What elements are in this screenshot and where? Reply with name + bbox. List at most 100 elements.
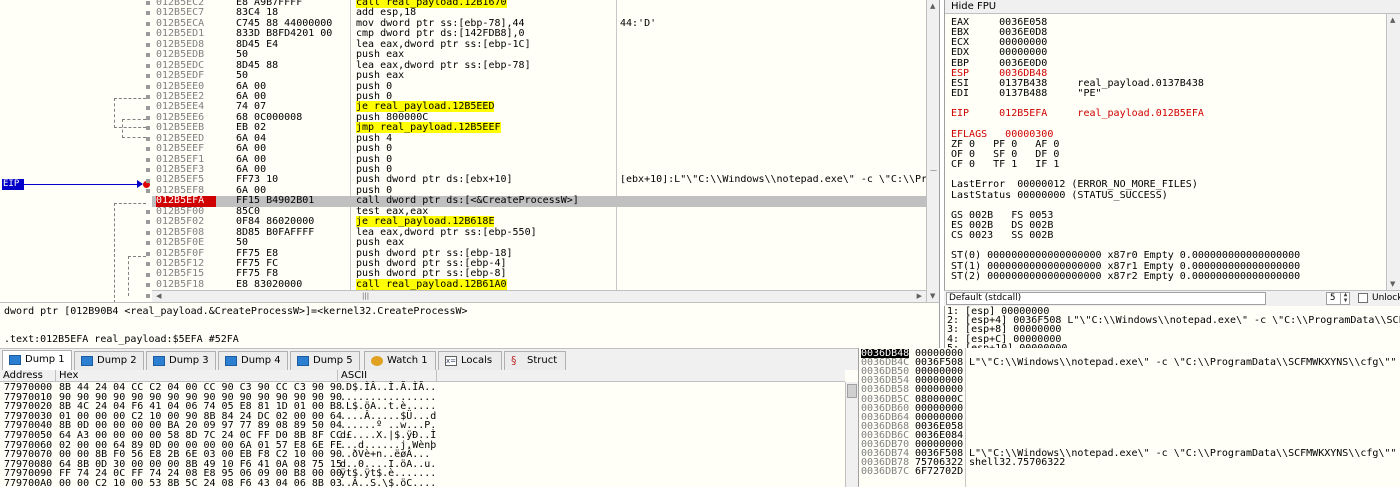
memory-dump-view[interactable]: Address Hex ASCII 77970000 8B 44 24 04 CC…	[0, 370, 858, 489]
breakpoint-slot[interactable]	[146, 147, 150, 152]
breakpoint-slot[interactable]	[146, 1, 150, 5]
instruction-text: push dword ptr ss:[ebp-8]	[356, 268, 507, 280]
instruction-text: call real_payload.12B61A0	[356, 278, 507, 290]
breakpoint-slot[interactable]	[146, 230, 150, 235]
disassembly-row[interactable]: 012B5EE2 6A 00 push 0	[152, 90, 939, 102]
register-line[interactable]: CF 0 TF 1 IF 1	[951, 159, 1059, 170]
instruction-text: push 0	[356, 80, 393, 92]
disassembly-row[interactable]: 012B5EF5 FF73 10 push dword ptr ds:[ebx+10…	[152, 174, 939, 186]
breakpoint-slot[interactable]	[146, 115, 150, 120]
instruction-text: push dword ptr ds:[ebx+10]	[356, 174, 513, 186]
info-pane: dword ptr [012B90B4 <real_payload.&Creat…	[0, 302, 940, 348]
stack-row[interactable]: 0036DB7C 6F72702D	[859, 467, 1400, 477]
dump-header-ascii[interactable]: ASCII	[338, 370, 437, 382]
tab-dump-3[interactable]: Dump 3	[146, 351, 216, 371]
breakpoint-slot[interactable]	[146, 105, 150, 110]
breakpoint-slot[interactable]	[146, 220, 150, 225]
tab-dump-1[interactable]: Dump 1	[2, 350, 72, 371]
tab-dump-2[interactable]: Dump 2	[74, 351, 144, 371]
breakpoint-slot[interactable]	[146, 42, 150, 47]
instruction-text: je real_payload.12B5EED	[356, 101, 495, 113]
breakpoint-slot[interactable]	[146, 178, 150, 183]
dump-row[interactable]: 779700A0 00 00 C2 10 00 53 8B 5C 24 08 F6…	[0, 478, 845, 489]
argument-count-spinner[interactable]: ▲ ▼	[1340, 292, 1350, 305]
disassembly-row[interactable]: 012B5EF1 6A 00 push 0	[152, 154, 939, 165]
breakpoint-slot[interactable]	[146, 251, 150, 256]
dump-header-hex[interactable]: Hex	[56, 370, 338, 382]
registers-pane: Hide FPU EAX 0036E058 EBX 0036E0D8 ECX 000…	[944, 0, 1400, 290]
tab-struct[interactable]: § Struct	[504, 351, 566, 371]
instruction-bytes: 50	[236, 70, 249, 82]
tab-dump-5[interactable]: Dump 5	[290, 351, 360, 371]
arguments-pane: 1: [esp] 00000000 2: [esp+4] 0036F508 L"\…	[944, 306, 1400, 348]
register-line[interactable]: EDI 0137B488 "PE"	[951, 88, 1102, 99]
instruction-text: push 0	[356, 164, 393, 175]
disassembly-row[interactable]: 012B5EEF 6A 00 push 0	[152, 143, 939, 155]
hide-fpu-button[interactable]: Hide FPU	[945, 0, 1400, 14]
breakpoint-slot[interactable]	[146, 262, 150, 267]
breakpoint-slot[interactable]	[146, 21, 150, 26]
breakpoint-slot[interactable]	[146, 283, 150, 288]
instruction-address: 012B5EEF	[156, 143, 205, 155]
breakpoint-slot[interactable]	[146, 63, 150, 68]
stack-comment: L"\"C:\\Windows\\notepad.exe\" -c \"C:\\…	[969, 357, 1397, 369]
stack-view[interactable]: 0036DB48 00000000 0036DB4C 0036F508 L"\"C:\\…	[858, 348, 1400, 487]
disassembly-row[interactable]: 012B5EDC 8D45 88 lea eax,dword ptr ss:[ebp…	[152, 60, 939, 71]
instruction-text: call dword ptr ds:[<&CreateProcessW>]	[356, 195, 579, 207]
disassembly-row[interactable]: 012B5EE0 6A 00 push 0	[152, 80, 939, 92]
breakpoint-slot[interactable]	[146, 168, 150, 173]
tab-dump-4[interactable]: Dump 4	[218, 351, 288, 371]
register-line[interactable]: CS 0023 SS 002B	[951, 230, 1053, 241]
disassembly-row[interactable]: 012B5EEB EB 02 jmp real_payload.12B5EEF	[152, 122, 939, 134]
vertical-scrollbar[interactable]: ▲ — ▼	[926, 0, 939, 302]
breakpoint-slot[interactable]	[146, 293, 150, 298]
tab-label: Struct	[527, 355, 558, 366]
unlock-checkbox[interactable]	[1358, 293, 1368, 303]
breakpoint-slot[interactable]	[146, 126, 150, 131]
calling-convention-select[interactable]: Default (stdcall)	[946, 292, 1266, 305]
breakpoint-slot[interactable]	[146, 136, 150, 141]
disassembly-row[interactable]: 012B5EED 6A 04 push 4	[152, 133, 939, 144]
instruction-text: je real_payload.12B618E	[356, 216, 495, 228]
disassembly-row[interactable]: 012B5F0E 50 push eax	[152, 237, 939, 249]
breakpoint-slot[interactable]	[146, 32, 150, 37]
tab-watch-1[interactable]: Watch 1	[364, 351, 436, 371]
tab-locals[interactable]: x= Locals	[438, 351, 502, 371]
vertical-scrollbar[interactable]	[845, 382, 858, 487]
dump-header-address[interactable]: Address	[0, 370, 56, 382]
scrollbar-thumb[interactable]	[847, 384, 857, 398]
breakpoint-slot[interactable]	[146, 53, 150, 58]
breakpoint-slot[interactable]	[146, 84, 150, 89]
register-line[interactable]: EIP 012B5EFA real_payload.012B5EFA	[951, 108, 1204, 119]
breakpoint-slot[interactable]	[146, 272, 150, 277]
locals-icon: x=	[445, 356, 457, 366]
instruction-bytes: 8D45 E4	[236, 38, 279, 50]
breakpoint-slot[interactable]	[146, 74, 150, 79]
instruction-text: push eax	[356, 237, 405, 249]
dump-ascii: ..Â..S.\$.öC....	[340, 478, 437, 489]
register-line[interactable]: LastStatus 00000000 (STATUS_SUCCESS)	[951, 190, 1168, 201]
breakpoint-slot[interactable]	[146, 95, 150, 100]
vertical-scrollbar[interactable]: ▲ ▼	[1386, 14, 1400, 290]
dump-address: 779700A0	[4, 478, 53, 489]
eip-marker: EIP	[2, 179, 24, 190]
disassembly-row[interactable]: 012B5F08 8D85 B0FAFFFF lea eax,dword ptr s…	[152, 227, 939, 238]
info-line: dword ptr [012B90B4 <real_payload.&Creat…	[4, 306, 468, 317]
disassembly-view[interactable]: EIP 012B5EC2 E8 A9B7FFFF call real_payload…	[0, 0, 940, 302]
disassembly-row[interactable]: 012B5EE6 68 0C000008 push 800000C	[152, 112, 939, 123]
dump-icon	[81, 356, 93, 366]
instruction-comment: 44:'D'	[620, 18, 657, 29]
disassembly-row[interactable]: 012B5EDF 50 push eax	[152, 70, 939, 82]
breakpoint-slot[interactable]	[146, 210, 150, 214]
horizontal-scrollbar[interactable]: ◀ ||| ▶	[152, 290, 926, 302]
disassembly-row[interactable]: 012B5ED8 8D45 E4 lea eax,dword ptr ss:[ebp…	[152, 38, 939, 50]
instruction-text: add esp,18	[356, 7, 417, 19]
breakpoint-slot[interactable]	[146, 157, 150, 162]
disassembly-row[interactable]: 012B5EFA FF15 B4902B01 call dword ptr ds:[…	[152, 195, 939, 207]
instruction-text: push 0	[356, 90, 393, 102]
breakpoint-slot[interactable]	[146, 241, 150, 246]
breakpoint-slot[interactable]	[146, 189, 150, 194]
instruction-text: push eax	[356, 49, 405, 61]
breakpoint-slot[interactable]	[146, 11, 150, 16]
register-line[interactable]: ST(2) 0000000000000000000 x87r2 Empty 0.…	[951, 271, 1300, 282]
